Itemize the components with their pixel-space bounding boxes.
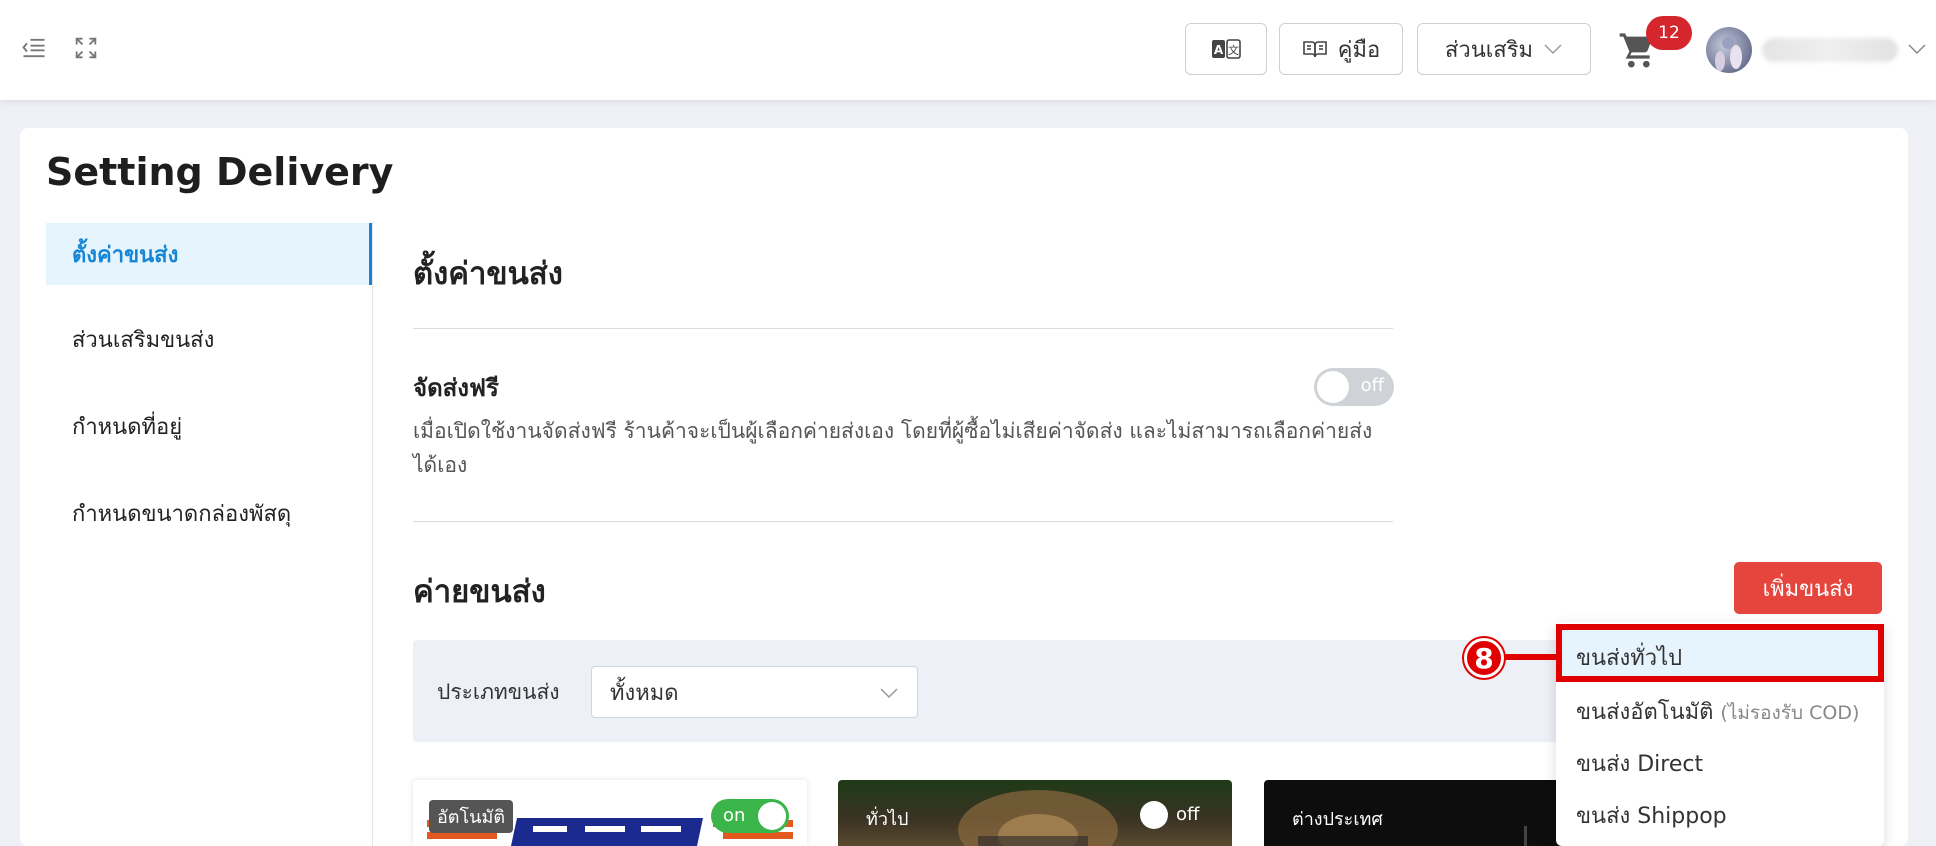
add-carrier-button[interactable]: เพิ่มขนส่ง [1734,562,1882,614]
sidebar-item-label: ตั้งค่าขนส่ง [72,242,179,268]
divider [413,521,1393,522]
fullscreen-icon[interactable] [72,34,100,62]
filter-bar [413,640,1563,742]
menu-item-general-carrier[interactable]: ขนส่งทั่วไป [1576,640,1682,675]
sidebar-item-delivery-addons[interactable]: ส่วนเสริมขนส่ง [46,308,372,370]
free-shipping-description: เมื่อเปิดใช้งานจัดส่งฟรี ร้านค้าจะเป็นผู… [413,419,1373,477]
toggle-knob [1140,801,1168,829]
language-button[interactable]: A 文 [1185,23,1267,75]
page-title: Setting Delivery [46,150,394,194]
toggle-label: on [723,805,746,826]
chevron-down-icon [880,688,898,699]
addons-dropdown[interactable]: ส่วนเสริม [1417,23,1591,75]
sidebar-item-address[interactable]: กำหนดที่อยู่ [46,395,372,457]
menu-collapse-icon[interactable] [20,34,48,62]
book-icon [1302,41,1327,58]
sidebar-item-label: กำหนดที่อยู่ [72,414,183,440]
carrier-card-general[interactable]: ทั่วไป off [838,780,1232,846]
sidebar-item-delivery-settings[interactable]: ตั้งค่าขนส่ง [46,223,372,285]
chevron-down-icon[interactable] [1906,38,1928,60]
divider [413,328,1393,329]
section-heading: ตั้งค่าขนส่ง [413,256,563,292]
free-shipping-title: จัดส่งฟรี [413,374,499,402]
toggle-knob [1317,371,1349,403]
carrier-toggle[interactable]: on [711,799,789,833]
free-shipping-toggle[interactable]: off [1314,368,1394,406]
carrier-toggle[interactable]: off [1140,798,1220,832]
sidebar-item-box-size[interactable]: กำหนดขนาดกล่องพัสดุ [46,482,372,544]
translate-icon: A 文 [1212,39,1241,59]
menu-item-auto-carrier[interactable]: ขนส่งอัตโนมัติ (ไม่รองรับ COD) [1576,694,1859,729]
carrier-type-tag: อัตโนมัติ [429,800,514,833]
filter-label: ประเภทขนส่ง [437,680,560,704]
menu-item-direct-carrier[interactable]: ขนส่ง Direct [1576,746,1703,781]
toggle-label: off [1360,375,1384,396]
carrier-type-select[interactable]: ทั้งหมด [591,666,918,718]
manual-button[interactable]: คู่มือ [1279,23,1403,75]
menu-item-label: ขนส่งอัตโนมัติ [1576,700,1714,725]
carrier-type-tag: ต่างประเทศ [1292,809,1383,830]
svg-text:A: A [1214,43,1224,57]
menu-item-label: ขนส่ง Shippop [1576,804,1727,829]
manual-label: คู่มือ [1337,37,1381,63]
carrier-card-ems[interactable]: อัตโนมัติ on [413,780,807,846]
menu-item-note: (ไม่รองรับ COD) [1720,702,1860,724]
addons-label: ส่วนเสริม [1444,37,1534,63]
menu-item-shippop-carrier[interactable]: ขนส่ง Shippop [1576,798,1727,833]
avatar[interactable] [1706,27,1752,73]
sidebar-item-label: ส่วนเสริมขนส่ง [72,327,215,353]
carriers-heading: ค่ายขนส่ง [413,574,546,610]
carrier-type-tag: ทั่วไป [866,809,909,830]
menu-item-label: ขนส่ง Direct [1576,752,1704,777]
cart-badge: 12 [1646,16,1692,50]
chevron-down-icon [1544,44,1562,55]
sidebar-item-label: กำหนดขนาดกล่องพัสดุ [72,501,292,527]
sidebar-divider [372,222,373,846]
menu-item-label: ขนส่งทั่วไป [1576,646,1683,671]
toggle-knob [758,802,786,830]
step-callout: 8 [1464,638,1504,678]
svg-text:文: 文 [1228,43,1239,57]
callout-line [1502,654,1556,660]
username-redacted[interactable] [1762,38,1898,62]
toggle-label: off [1176,804,1200,825]
avatar-image [1715,37,1742,71]
carrier-type-value: ทั้งหมด [610,680,679,706]
